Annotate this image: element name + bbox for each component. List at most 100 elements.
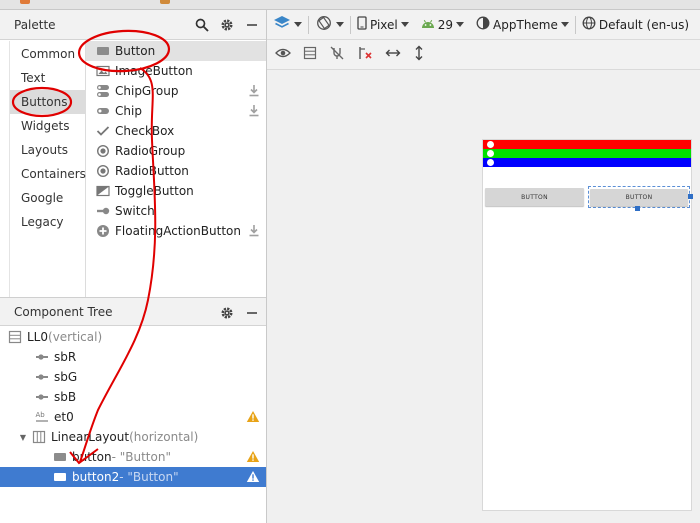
minimize-icon[interactable] — [244, 17, 260, 33]
tree-node-button[interactable]: button - "Button" — [0, 447, 266, 467]
warning-icon[interactable] — [246, 470, 260, 486]
eye-icon[interactable] — [275, 47, 291, 62]
palette-header: Palette — [0, 10, 266, 40]
theme-name: AppTheme — [493, 17, 558, 32]
fab-icon — [96, 224, 110, 238]
image-button-icon — [96, 64, 110, 78]
tree-node-detail: - "Button" — [119, 470, 179, 484]
file-tab-activity[interactable] — [20, 0, 34, 8]
tree-node-ll0[interactable]: LL0 (vertical) — [0, 327, 266, 347]
resize-handle[interactable] — [635, 206, 640, 211]
seekbar-icon — [35, 370, 49, 384]
edit-text-preview[interactable] — [483, 168, 691, 184]
component-tree-header: Component Tree — [0, 297, 266, 326]
seekbar-icon — [35, 390, 49, 404]
tree-node-et0[interactable]: Ab et0 — [0, 407, 266, 427]
chevron-down-icon — [336, 22, 344, 27]
rotate-icon — [315, 15, 333, 34]
chevron-down-icon — [560, 22, 569, 27]
palette-item-label: ChipGroup — [115, 84, 179, 98]
seekbar-blue[interactable] — [483, 158, 691, 167]
orientation-button[interactable] — [309, 10, 350, 40]
button-icon — [53, 470, 67, 484]
gear-icon[interactable] — [219, 17, 235, 33]
palette-item-chip[interactable]: Chip — [86, 101, 266, 121]
preview-button2-selected[interactable]: BUTTON — [588, 186, 690, 208]
tree-node-sbr[interactable]: sbR — [0, 347, 266, 367]
category-layouts[interactable]: Layouts — [10, 138, 85, 162]
device-name: Pixel — [370, 17, 398, 32]
category-google[interactable]: Google — [10, 186, 85, 210]
tree-node-sbb[interactable]: sbB — [0, 387, 266, 407]
palette-item-radiogroup[interactable]: RadioGroup — [86, 141, 266, 161]
expand-vertical-icon[interactable] — [413, 45, 425, 64]
palette-item-label: RadioButton — [115, 164, 189, 178]
minimize-icon[interactable] — [244, 305, 260, 321]
palette-item-chipgroup[interactable]: ChipGroup — [86, 81, 266, 101]
expand-arrow-icon[interactable]: ▼ — [18, 433, 28, 442]
locale-selector[interactable]: Default (en-us) — [576, 10, 695, 40]
design-surface-button[interactable] — [267, 10, 308, 40]
palette-item-label: ImageButton — [115, 64, 193, 78]
svg-text:Ab: Ab — [36, 411, 46, 419]
seekbar-green[interactable] — [483, 149, 691, 158]
radio-button-icon — [96, 164, 110, 178]
category-buttons[interactable]: Buttons — [10, 90, 85, 114]
download-icon[interactable] — [248, 224, 260, 240]
palette-item-label: Chip — [115, 104, 142, 118]
palette-item-label: CheckBox — [115, 124, 175, 138]
theme-selector[interactable]: AppTheme — [470, 10, 575, 40]
category-widgets[interactable]: Widgets — [10, 114, 85, 138]
device-selector[interactable]: Pixel — [351, 10, 415, 40]
checkmark-icon — [96, 124, 110, 138]
preview-button[interactable]: BUTTON — [485, 188, 584, 206]
download-icon[interactable] — [248, 104, 260, 120]
palette-item-togglebutton[interactable]: ToggleButton — [86, 181, 266, 201]
expand-horizontal-icon[interactable] — [385, 47, 401, 62]
tree-node-sbg[interactable]: sbG — [0, 367, 266, 387]
device-preview[interactable]: BUTTON BUTTON — [482, 139, 693, 511]
tree-node-name: sbR — [54, 350, 77, 364]
palette-item-button[interactable]: Button — [86, 41, 266, 61]
palette-item-switch[interactable]: Switch — [86, 201, 266, 221]
autoconnect-off-icon[interactable] — [329, 46, 345, 63]
warning-icon[interactable] — [246, 410, 260, 426]
seekbar-thumb[interactable] — [487, 141, 494, 148]
search-icon[interactable] — [194, 17, 210, 33]
palette-title: Palette — [14, 18, 56, 32]
chevron-down-icon — [294, 22, 302, 27]
category-containers[interactable]: Containers — [10, 162, 86, 186]
resize-handle[interactable] — [688, 194, 693, 199]
kotlin-file-icon — [160, 0, 170, 4]
chevron-down-icon — [400, 22, 409, 27]
tree-node-name: LinearLayout — [51, 430, 130, 444]
category-common[interactable]: Common — [10, 42, 85, 66]
category-text[interactable]: Text — [10, 66, 85, 90]
download-icon[interactable] — [248, 84, 260, 100]
clear-constraints-icon[interactable] — [357, 46, 373, 63]
seekbar-thumb[interactable] — [487, 159, 494, 166]
layers-icon — [273, 15, 291, 34]
radio-group-icon — [96, 144, 110, 158]
api-level-selector[interactable]: 29 — [415, 10, 470, 40]
margins-icon[interactable] — [303, 46, 317, 63]
seekbar-thumb[interactable] — [487, 150, 494, 157]
tree-node-detail: - "Button" — [111, 450, 171, 464]
file-tab-main[interactable] — [160, 0, 174, 8]
edit-text-icon: Ab — [35, 410, 49, 424]
tree-node-button2[interactable]: button2 - "Button" — [0, 467, 266, 487]
palette-item-imagebutton[interactable]: ImageButton — [86, 61, 266, 81]
button-icon — [96, 44, 110, 58]
editor-tab-strip — [0, 0, 700, 10]
palette-item-label: RadioGroup — [115, 144, 186, 158]
palette-item-fab[interactable]: FloatingActionButton — [86, 221, 266, 241]
palette-item-checkbox[interactable]: CheckBox — [86, 121, 266, 141]
tree-node-linearlayout[interactable]: ▼ LinearLayout (horizontal) — [0, 427, 266, 447]
toggle-button-icon — [96, 184, 110, 198]
seekbar-red[interactable] — [483, 140, 691, 149]
theme-icon — [476, 16, 490, 33]
category-legacy[interactable]: Legacy — [10, 210, 85, 234]
warning-icon[interactable] — [246, 450, 260, 466]
gear-icon[interactable] — [219, 305, 235, 321]
palette-item-radiobutton[interactable]: RadioButton — [86, 161, 266, 181]
